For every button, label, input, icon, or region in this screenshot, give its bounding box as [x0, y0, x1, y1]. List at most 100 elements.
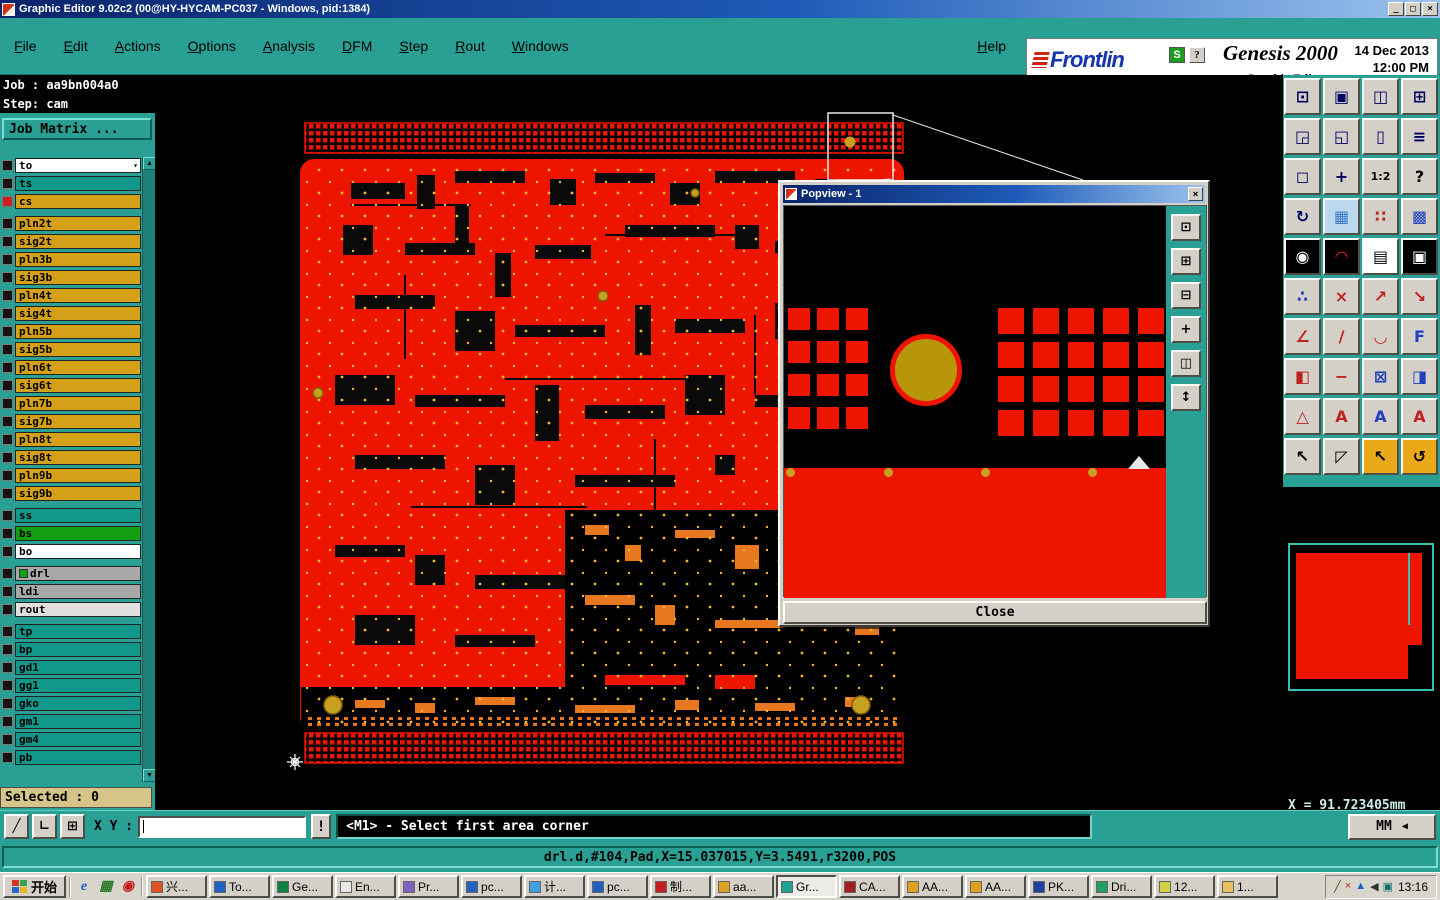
layer-checkbox-ldi[interactable]	[2, 585, 13, 597]
layer-checkbox-pln5b[interactable]	[2, 325, 13, 337]
layer-item-pln9b[interactable]: pln9b	[15, 467, 141, 483]
layer-checkbox-sig4t[interactable]	[2, 307, 13, 319]
taskbar-item-16[interactable]: 12...	[1154, 875, 1216, 898]
units-button[interactable]: MM ◀	[1348, 813, 1436, 840]
maximize-button[interactable]: □	[1405, 2, 1421, 16]
taskbar-item-5[interactable]: pc...	[461, 875, 523, 898]
screen-copy-button[interactable]: ⊡	[1284, 78, 1321, 115]
layer-list-scrollbar[interactable]: ▲ ▼	[142, 157, 156, 782]
zoom-in-window-button[interactable]: ◲	[1284, 118, 1321, 155]
dark-arc-view-button[interactable]: ◠	[1323, 238, 1360, 275]
angle-tool-button[interactable]: ∠	[1284, 318, 1321, 355]
taskbar-item-12[interactable]: AA...	[902, 875, 964, 898]
layer-item-tp[interactable]: tp	[15, 623, 141, 639]
layer-checkbox-ts[interactable]	[2, 177, 13, 189]
popview-titlebar[interactable]: Popview - 1 ×	[783, 185, 1205, 203]
measure-ruler-button[interactable]: ▤	[1362, 238, 1399, 275]
layer-item-pln7b[interactable]: pln7b	[15, 395, 141, 411]
cursor-box-button[interactable]: ◸	[1323, 438, 1360, 475]
layer-item-bs[interactable]: bs	[15, 525, 141, 541]
minimize-button[interactable]: _	[1388, 2, 1404, 16]
zoom-out-window-button[interactable]: ◱	[1323, 118, 1360, 155]
help-badge-icon[interactable]: ?	[1189, 47, 1205, 63]
layer-checkbox-bs[interactable]	[2, 527, 13, 539]
net-nodes-button[interactable]: ∴	[1284, 278, 1321, 315]
menu-item-rout[interactable]: Rout	[455, 38, 485, 54]
taskbar-item-3[interactable]: En...	[335, 875, 397, 898]
layer-checkbox-pln9b[interactable]	[2, 469, 13, 481]
view-window-button[interactable]: ▯	[1362, 118, 1399, 155]
menu-item-options[interactable]: Options	[188, 38, 236, 54]
point-ne-button[interactable]: ↗	[1362, 278, 1399, 315]
layer-checkbox-drl[interactable]	[2, 567, 13, 579]
triangle-outline-button[interactable]: △	[1284, 398, 1321, 435]
zoom-ratio-button[interactable]: 1:2	[1362, 158, 1399, 195]
triangle-a-blue-button[interactable]: A	[1362, 398, 1399, 435]
layer-checkbox-pb[interactable]	[2, 751, 13, 763]
taskbar-item-11[interactable]: CA...	[839, 875, 901, 898]
tray-shield-icon[interactable]: ▲	[1355, 880, 1366, 893]
cursor-yellow-button[interactable]: ↖	[1362, 438, 1399, 475]
taskbar-item-2[interactable]: Ge...	[272, 875, 334, 898]
layer-item-pln2t[interactable]: pln2t	[15, 215, 141, 231]
tile-windows-button[interactable]: ◫	[1362, 78, 1399, 115]
layer-checkbox-tp[interactable]	[2, 625, 13, 637]
taskbar-item-14[interactable]: PK...	[1028, 875, 1090, 898]
redraw-button[interactable]: ↻	[1284, 198, 1321, 235]
layer-checkbox-gko[interactable]	[2, 697, 13, 709]
menu-item-file[interactable]: File	[14, 38, 37, 54]
taskbar-item-17[interactable]: 1...	[1217, 875, 1279, 898]
layer-checkbox-pln6t[interactable]	[2, 361, 13, 373]
layer-item-rout[interactable]: rout	[15, 601, 141, 617]
menu-item-actions[interactable]: Actions	[115, 38, 161, 54]
pv-pan-button[interactable]: +	[1171, 316, 1201, 343]
layer-checkbox-gm4[interactable]	[2, 733, 13, 745]
layer-item-ss[interactable]: ss	[15, 507, 141, 523]
tray-cross-icon[interactable]: ×	[1345, 880, 1351, 893]
triangle-a-red-button[interactable]: A	[1323, 398, 1360, 435]
layer-checkbox-sig9b[interactable]	[2, 487, 13, 499]
layer-item-gm1[interactable]: gm1	[15, 713, 141, 729]
menu-item-edit[interactable]: Edit	[64, 38, 88, 54]
screen-display-button[interactable]: ▣	[1323, 78, 1360, 115]
layer-item-sig9b[interactable]: sig9b	[15, 485, 141, 501]
menu-item-windows[interactable]: Windows	[512, 38, 569, 54]
arc-tool-button[interactable]: ◡	[1362, 318, 1399, 355]
layer-item-bp[interactable]: bp	[15, 641, 141, 657]
popview-close-button[interactable]: Close	[783, 601, 1207, 624]
layer-checkbox-pln2t[interactable]	[2, 217, 13, 229]
layer-list-button[interactable]: ≡	[1401, 118, 1438, 155]
close-button[interactable]: ×	[1422, 2, 1438, 16]
layer-checkbox-bp[interactable]	[2, 643, 13, 655]
text-tool-button[interactable]: F	[1401, 318, 1438, 355]
layer-item-ts[interactable]: ts	[15, 175, 141, 191]
menu-item-dfm[interactable]: DFM	[342, 38, 372, 54]
zoom-area-button[interactable]: ◻	[1284, 158, 1321, 195]
dot-grid-button[interactable]: ▩	[1401, 198, 1438, 235]
layer-item-gg1[interactable]: gg1	[15, 677, 141, 693]
layer-checkbox-sig3b[interactable]	[2, 271, 13, 283]
snap-rotate-button[interactable]: ↺	[1401, 438, 1438, 475]
layer-item-cs[interactable]: cs	[15, 193, 141, 209]
taskbar-item-15[interactable]: Dri...	[1091, 875, 1153, 898]
layer-checkbox-gd1[interactable]	[2, 661, 13, 673]
cursor-nw-button[interactable]: ↖	[1284, 438, 1321, 475]
pan-view-button[interactable]: +	[1323, 158, 1360, 195]
quicklaunch-media-icon[interactable]: ◉	[118, 876, 138, 898]
layer-checkbox-pln8t[interactable]	[2, 433, 13, 445]
layer-checkbox-gm1[interactable]	[2, 715, 13, 727]
move-box-button[interactable]: ⊠	[1362, 358, 1399, 395]
layer-item-pln6t[interactable]: pln6t	[15, 359, 141, 375]
layer-checkbox-pln7b[interactable]	[2, 397, 13, 409]
pv-zoom-in-button[interactable]: ⊞	[1171, 248, 1201, 275]
start-button[interactable]: 开始	[3, 875, 67, 898]
layer-item-pln8t[interactable]: pln8t	[15, 431, 141, 447]
pv-scroll-button[interactable]: ↕	[1171, 384, 1201, 411]
layer-item-sig6t[interactable]: sig6t	[15, 377, 141, 393]
layer-item-ldi[interactable]: ldi	[15, 583, 141, 599]
taskbar-item-4[interactable]: Pr...	[398, 875, 460, 898]
layer-item-pb[interactable]: pb	[15, 749, 141, 765]
layer-checkbox-bo[interactable]	[2, 545, 13, 557]
pv-prev-view-button[interactable]: ◫	[1171, 350, 1201, 377]
layer-checkbox-sig7b[interactable]	[2, 415, 13, 427]
